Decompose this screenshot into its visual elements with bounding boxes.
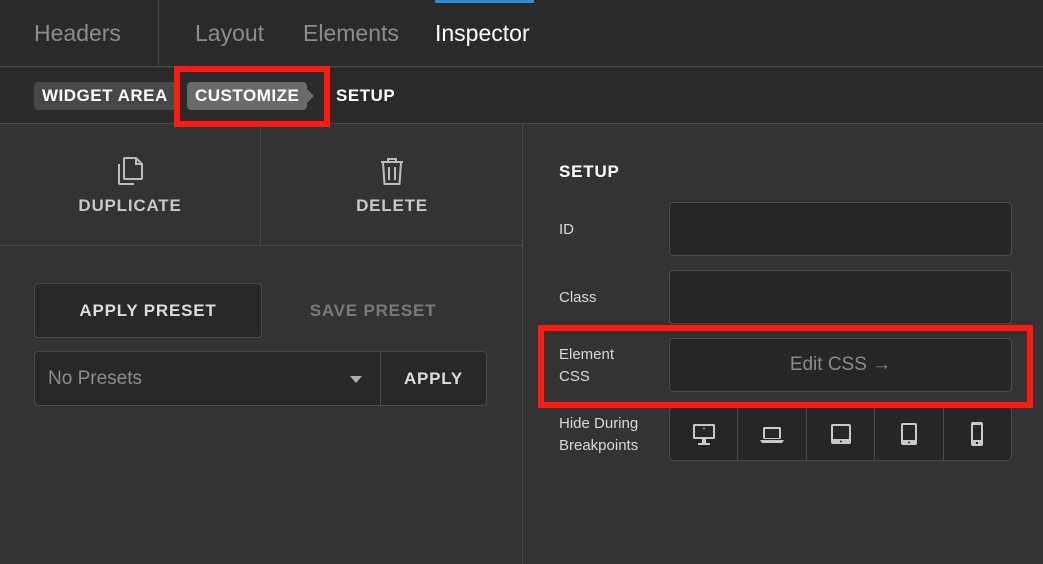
delete-button[interactable]: DELETE [262, 125, 522, 246]
top-tab-bar: Headers Layout Elements Inspector [0, 0, 1043, 67]
breadcrumb: WIDGET AREA CUSTOMIZE SETUP [0, 68, 1043, 124]
breakpoint-phone-toggle[interactable] [944, 408, 1011, 460]
element-css-label: Element CSS [559, 344, 614, 388]
left-panel: DUPLICATE DELETE APPLY PRESET SAVE PRESE… [0, 125, 523, 564]
class-input[interactable] [669, 270, 1012, 324]
element-css-label-line2: CSS [559, 368, 590, 385]
duplicate-button[interactable]: DUPLICATE [0, 125, 261, 246]
edit-css-button[interactable]: Edit CSS → [669, 338, 1012, 392]
preset-row: No Presets APPLY [34, 351, 487, 406]
tab-headers[interactable]: Headers [0, 0, 159, 67]
hide-label-line1: Hide During [559, 415, 639, 432]
id-label: ID [559, 221, 574, 238]
phone-icon [971, 422, 984, 446]
breadcrumb-setup: SETUP [336, 86, 396, 105]
element-css-label-line1: Element [559, 346, 615, 363]
duplicate-label: DUPLICATE [78, 195, 182, 215]
breakpoint-desktop-toggle[interactable] [670, 408, 739, 460]
preset-select-value: No Presets [48, 367, 142, 389]
section-title: SETUP [559, 162, 620, 181]
apply-button[interactable]: APPLY [381, 352, 486, 405]
tab-inspector[interactable]: Inspector [435, 0, 534, 67]
hide-breakpoints-label: Hide During Breakpoints [559, 413, 638, 457]
breakpoint-toggles [669, 407, 1012, 461]
tab-elements[interactable]: Elements [303, 0, 399, 67]
breakpoint-tablet-landscape-toggle[interactable] [807, 408, 876, 460]
actions-row: DUPLICATE DELETE [0, 125, 522, 246]
duplicate-icon [118, 156, 143, 185]
breadcrumb-customize[interactable]: CUSTOMIZE [187, 82, 315, 110]
tablet-landscape-icon [830, 424, 851, 444]
trash-icon [381, 157, 403, 185]
desktop-icon [692, 424, 715, 445]
save-preset-button[interactable]: SAVE PRESET [262, 283, 484, 338]
tab-layout[interactable]: Layout [195, 0, 264, 67]
breakpoint-tablet-portrait-toggle[interactable] [875, 408, 944, 460]
hide-label-line2: Breakpoints [559, 437, 639, 454]
chevron-down-icon [350, 376, 362, 383]
class-label: Class [559, 289, 597, 306]
laptop-icon [760, 427, 785, 443]
preset-select[interactable]: No Presets [35, 352, 381, 405]
breakpoint-laptop-toggle[interactable] [738, 408, 807, 460]
tablet-portrait-icon [900, 423, 917, 445]
id-input[interactable] [669, 202, 1012, 256]
breadcrumb-widget-area[interactable]: WIDGET AREA [34, 82, 176, 110]
delete-label: DELETE [356, 195, 428, 215]
setup-panel: SETUP ID Class Element CSS Edit CSS → Hi… [524, 125, 1043, 564]
apply-preset-button[interactable]: APPLY PRESET [34, 283, 262, 338]
